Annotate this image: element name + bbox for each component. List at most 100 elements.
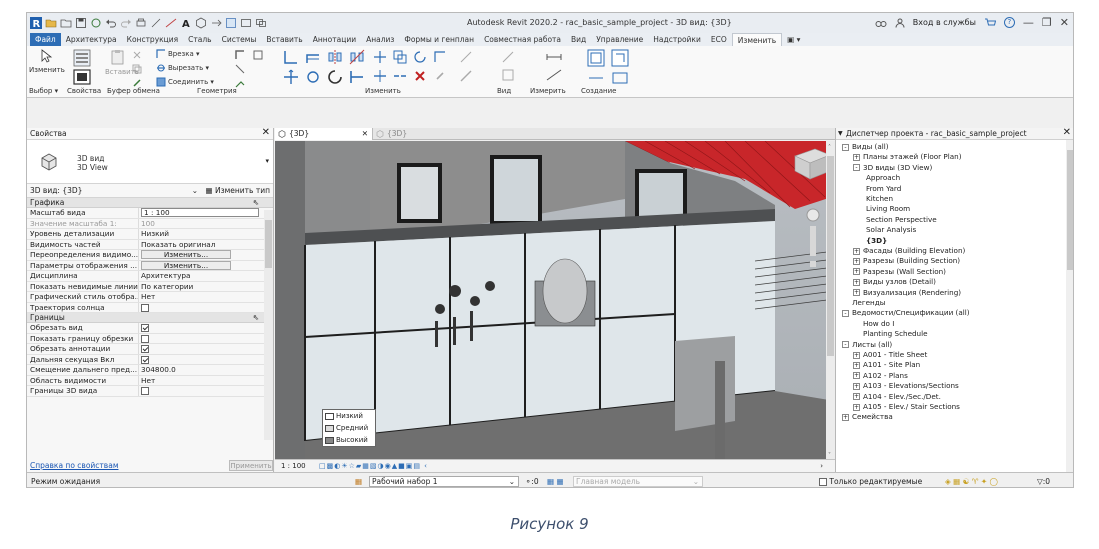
browser-node[interactable]: Легенды	[842, 298, 885, 308]
property-row[interactable]: Обрезать вид	[27, 323, 273, 334]
paste-icon[interactable]	[110, 49, 126, 65]
hide-element-icon[interactable]	[501, 50, 515, 64]
browser-node[interactable]: Approach	[866, 173, 900, 183]
browser-node[interactable]: - Листы (all)	[842, 340, 892, 350]
pin-icon[interactable]	[433, 69, 447, 83]
property-value[interactable]: По категории	[139, 282, 273, 292]
close-hidden-icon[interactable]	[240, 17, 252, 29]
property-checkbox[interactable]	[141, 334, 149, 343]
measure-icon[interactable]	[150, 17, 162, 29]
split-icon[interactable]	[373, 69, 387, 83]
browser-node[interactable]: How do I	[853, 319, 894, 329]
scale-icon[interactable]	[283, 69, 299, 85]
property-checkbox[interactable]	[141, 355, 149, 364]
property-row[interactable]: Видимость частей Показать оригинал	[27, 239, 273, 250]
cursor-icon[interactable]	[39, 49, 53, 63]
browser-node[interactable]: + A104 - Elev./Sec./Det.	[853, 392, 941, 402]
type-selector[interactable]: 3D вид 3D View ▾	[27, 140, 273, 184]
expand-icon[interactable]: +	[853, 257, 860, 265]
editable-only-toggle[interactable]: Только редактируемые	[819, 473, 922, 487]
revit-logo-icon[interactable]: R	[30, 17, 42, 29]
property-row[interactable]: Обрезать аннотации	[27, 344, 273, 355]
join-icon[interactable]	[156, 77, 166, 87]
type-dropdown-icon[interactable]: ▾	[265, 157, 269, 165]
browser-node[interactable]: + Разрезы (Building Section)	[853, 256, 960, 266]
filter-count[interactable]: ▽:0	[1037, 473, 1050, 487]
property-row[interactable]: Дальняя секущая Вкл	[27, 354, 273, 365]
expand-icon[interactable]: +	[853, 393, 860, 401]
properties-icon[interactable]	[73, 49, 91, 67]
browser-node[interactable]: + A103 - Elevations/Sections	[853, 381, 959, 391]
expand-icon[interactable]: +	[853, 382, 860, 390]
detail-option-low[interactable]: Низкий	[323, 410, 375, 422]
cut-geometry-icon[interactable]	[156, 63, 166, 73]
mirror-axis-icon[interactable]	[327, 49, 343, 65]
tab-steel[interactable]: Сталь	[183, 33, 216, 46]
edit-type-button[interactable]: ▦ Изменить тип	[206, 184, 270, 198]
offset-icon[interactable]	[305, 49, 321, 65]
expand-icon[interactable]: +	[853, 351, 860, 359]
signin-link[interactable]: Вход в службы	[913, 18, 976, 27]
type-properties-icon[interactable]	[73, 69, 91, 85]
collapse-icon[interactable]: -	[853, 164, 860, 172]
trim-icon[interactable]	[433, 50, 447, 64]
mirror-draw-icon[interactable]	[349, 49, 365, 65]
close-icon[interactable]: ✕	[262, 127, 270, 139]
property-checkbox[interactable]	[141, 324, 149, 332]
worksets-icon[interactable]: ▦	[355, 473, 362, 487]
tab-modify[interactable]: Изменить	[731, 32, 783, 47]
open-icon[interactable]	[45, 17, 57, 29]
undo-icon[interactable]	[105, 17, 117, 29]
property-row[interactable]: Область видимости Нет	[27, 375, 273, 386]
3d-view-icon[interactable]	[195, 17, 207, 29]
tab-architecture[interactable]: Архитектура	[61, 33, 122, 46]
tab-systems[interactable]: Системы	[217, 33, 262, 46]
property-value[interactable]: Изменить...	[139, 260, 273, 271]
tab-manage[interactable]: Управление	[591, 33, 648, 46]
array-icon[interactable]	[305, 69, 321, 85]
property-value[interactable]: 100	[139, 219, 273, 229]
cut-geometry-label[interactable]: Вырезать ▾	[168, 64, 209, 72]
browser-node[interactable]: Solar Analysis	[866, 225, 916, 235]
property-value[interactable]	[139, 355, 273, 365]
expand-icon[interactable]: +	[853, 361, 860, 369]
thin-lines-icon[interactable]	[225, 17, 237, 29]
rotate-large-icon[interactable]	[327, 69, 343, 85]
print-icon[interactable]	[135, 17, 147, 29]
property-value[interactable]: Изменить...	[139, 250, 273, 260]
create-similar-icon[interactable]	[611, 70, 629, 86]
copy-element-icon[interactable]	[393, 50, 407, 64]
tab-analyze[interactable]: Анализ	[361, 33, 399, 46]
tab-view[interactable]: Вид	[566, 33, 591, 46]
open-folder-icon[interactable]	[60, 17, 72, 29]
edit-button[interactable]: Изменить...	[141, 250, 231, 259]
expand-icon[interactable]: +	[853, 268, 860, 276]
tab-insert[interactable]: Вставить	[261, 33, 307, 46]
design-option-dropdown[interactable]: Главная модель ⌄	[573, 476, 703, 487]
browser-node[interactable]: Section Perspective	[866, 215, 937, 225]
property-value[interactable]: 304800.0	[139, 365, 273, 375]
property-value[interactable]: Нет	[139, 376, 273, 386]
property-value[interactable]: 1 : 100	[139, 208, 273, 218]
restore-button[interactable]: ❐	[1042, 16, 1052, 29]
minimize-button[interactable]: —	[1023, 16, 1034, 29]
scale-input[interactable]: 1 : 100	[141, 208, 259, 217]
collapse-icon[interactable]: -	[842, 143, 849, 151]
join-label[interactable]: Соединить ▾	[168, 78, 214, 86]
browser-node[interactable]: + A001 - Title Sheet	[853, 350, 927, 360]
scroll-thumb[interactable]	[1067, 150, 1073, 270]
help-button[interactable]: ?	[1003, 17, 1015, 28]
close-tab-icon[interactable]: ✕	[362, 128, 368, 140]
menu-icon[interactable]: ▼	[838, 128, 843, 140]
property-checkbox[interactable]	[141, 303, 149, 312]
browser-node[interactable]: + Визуализация (Rendering)	[853, 288, 961, 298]
collapse-icon[interactable]: -	[842, 341, 849, 349]
edit-button[interactable]: Изменить...	[141, 260, 231, 270]
tab-eco[interactable]: ECO	[706, 33, 732, 46]
property-row[interactable]: Границы 3D вида	[27, 386, 273, 397]
cope-icon[interactable]	[156, 49, 166, 59]
browser-node[interactable]: {3D}	[866, 236, 887, 246]
expand-icon[interactable]: +	[853, 372, 860, 380]
split-face-icon[interactable]	[234, 63, 246, 75]
browser-scrollbar[interactable]	[1066, 140, 1073, 472]
